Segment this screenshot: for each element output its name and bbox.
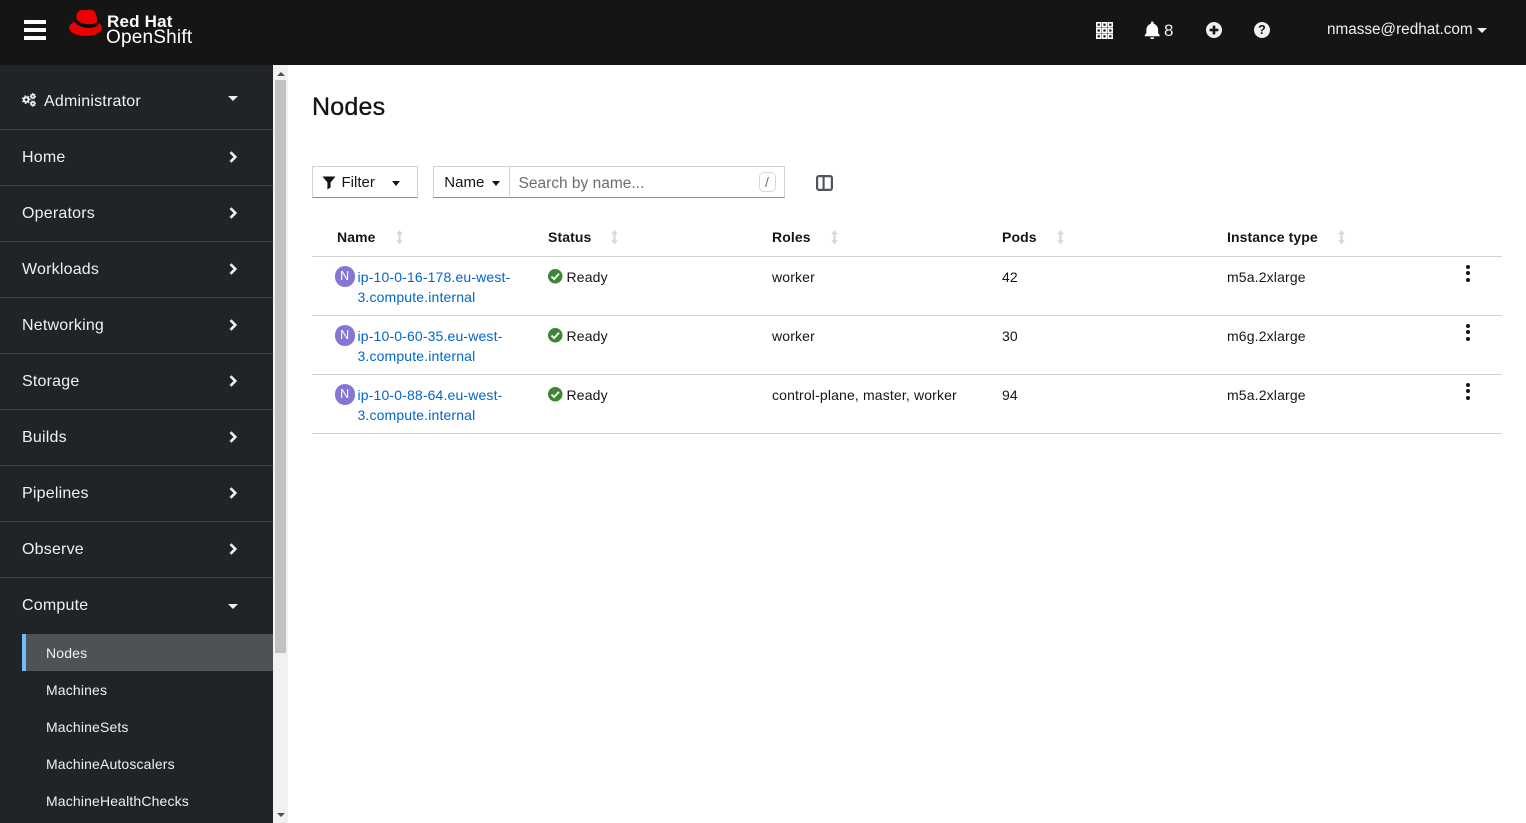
svg-text:?: ? bbox=[1258, 23, 1266, 37]
